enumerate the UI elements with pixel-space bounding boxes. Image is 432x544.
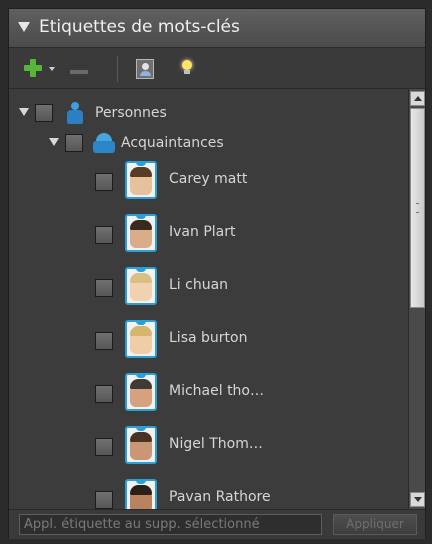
hair-icon: [130, 485, 152, 495]
person-checkbox[interactable]: [95, 385, 113, 403]
person-checkbox[interactable]: [95, 332, 113, 350]
person-card-icon[interactable]: [136, 59, 154, 79]
minus-icon[interactable]: [64, 64, 94, 80]
vertical-scrollbar[interactable]: [408, 89, 425, 509]
apply-bar: Appliquer: [9, 509, 425, 539]
apply-button[interactable]: Appliquer: [333, 514, 417, 535]
person-label: Nigel Thom…: [169, 436, 263, 452]
person-label: Li chuan: [169, 277, 229, 293]
panel-toolbar: [9, 48, 425, 89]
tree-category-row[interactable]: Personnes: [9, 101, 407, 125]
expand-triangle-icon[interactable]: [19, 108, 29, 116]
hair-icon: [130, 220, 152, 230]
panel-title: Etiquettes de mots-clés: [39, 17, 240, 37]
person-label: Carey matt: [169, 171, 248, 187]
person-row[interactable]: Carey matt: [9, 159, 407, 203]
category-checkbox[interactable]: [35, 104, 53, 122]
tag-tab-icon: [136, 322, 146, 325]
person-row[interactable]: Li chuan: [9, 265, 407, 309]
category-label: Personnes: [95, 105, 167, 121]
group-icon: [93, 133, 115, 153]
scroll-thumb[interactable]: [410, 108, 425, 308]
apply-tag-input[interactable]: [19, 514, 322, 535]
avatar: [125, 214, 157, 252]
avatar: [125, 479, 157, 509]
grip-icon: [416, 203, 419, 213]
scroll-up-arrow-icon[interactable]: [410, 91, 425, 106]
subcategory-checkbox[interactable]: [65, 134, 83, 152]
subcategory-label: Acquaintances: [121, 135, 224, 151]
person-label: Lisa burton: [169, 330, 248, 346]
person-tag-icon: [67, 102, 83, 124]
keyword-tree: Personnes Acquaintances Carey matt Ivan P…: [9, 89, 407, 509]
person-row[interactable]: Lisa burton: [9, 318, 407, 362]
person-checkbox[interactable]: [95, 438, 113, 456]
person-row[interactable]: Nigel Thom…: [9, 424, 407, 468]
toolbar-divider: [117, 56, 118, 82]
person-checkbox[interactable]: [95, 173, 113, 191]
avatar: [125, 267, 157, 305]
avatar: [125, 320, 157, 358]
tag-tab-icon: [136, 481, 146, 484]
person-row[interactable]: Pavan Rathore: [9, 477, 407, 509]
collapse-triangle-icon[interactable]: [18, 22, 30, 32]
hair-icon: [130, 379, 152, 389]
tree-subcategory-row[interactable]: Acquaintances: [9, 131, 407, 155]
avatar: [125, 373, 157, 411]
hair-icon: [130, 273, 152, 283]
keyword-tags-panel: Etiquettes de mots-clés Personnes Acquai…: [8, 8, 426, 539]
tag-tab-icon: [136, 269, 146, 272]
person-label: Ivan Plart: [169, 224, 236, 240]
caret-down-icon[interactable]: [49, 67, 55, 71]
person-label: Michael tho…: [169, 383, 264, 399]
avatar: [125, 426, 157, 464]
scroll-down-arrow-icon[interactable]: [410, 492, 425, 507]
plus-icon[interactable]: [24, 59, 42, 77]
person-checkbox[interactable]: [95, 226, 113, 244]
tag-tab-icon: [136, 163, 146, 166]
hair-icon: [130, 326, 152, 336]
lightbulb-icon[interactable]: [180, 60, 194, 78]
person-checkbox[interactable]: [95, 491, 113, 509]
panel-header[interactable]: Etiquettes de mots-clés: [9, 9, 425, 48]
hair-icon: [130, 167, 152, 177]
person-checkbox[interactable]: [95, 279, 113, 297]
person-row[interactable]: Michael tho…: [9, 371, 407, 415]
hair-icon: [130, 432, 152, 442]
tag-tab-icon: [136, 375, 146, 378]
person-label: Pavan Rathore: [169, 489, 271, 505]
tag-tab-icon: [136, 216, 146, 219]
expand-triangle-icon[interactable]: [49, 138, 59, 146]
tag-tab-icon: [136, 428, 146, 431]
avatar: [125, 161, 157, 199]
person-row[interactable]: Ivan Plart: [9, 212, 407, 256]
